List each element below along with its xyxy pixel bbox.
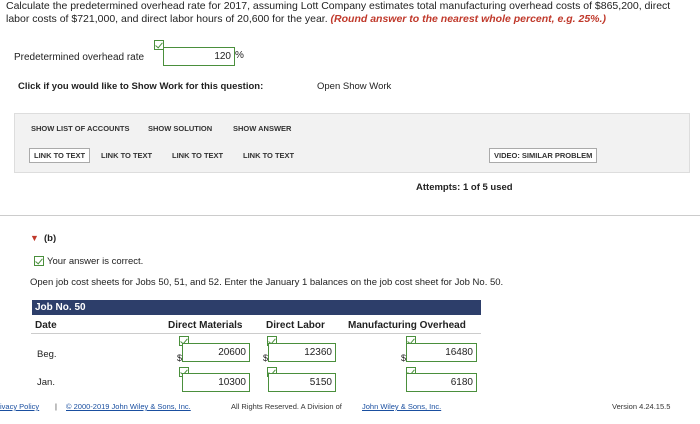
correct-answer-check-icon (34, 256, 44, 266)
row-date-beg: Beg. (37, 349, 57, 360)
copyright-link[interactable]: © 2000-2019 John Wiley & Sons, Inc. (66, 402, 191, 411)
link-to-text-button-1[interactable]: LINK TO TEXT (29, 148, 91, 163)
attempts-counter: Attempts: 1 of 5 used (416, 182, 513, 193)
link-to-text-button-3[interactable]: LINK TO TEXT (172, 151, 223, 160)
mo-jan-input[interactable]: 6180 (406, 373, 477, 392)
dl-beg-input[interactable]: 12360 (268, 343, 336, 362)
part-b-instructions: Open job cost sheets for Jobs 50, 51, an… (30, 277, 504, 288)
link-to-text-button-4[interactable]: LINK TO TEXT (243, 151, 294, 160)
col-header-direct-labor: Direct Labor (266, 320, 325, 334)
show-work-prompt: Click if you would like to Show Work for… (18, 81, 264, 92)
mo-beg-input[interactable]: 16480 (406, 343, 477, 362)
version-text: Version 4.24.15.5 (612, 402, 671, 411)
privacy-policy-link[interactable]: ivacy Policy (0, 402, 39, 411)
link-to-text-button-2[interactable]: LINK TO TEXT (101, 151, 152, 160)
dm-jan-input[interactable]: 10300 (182, 373, 250, 392)
dl-jan-input[interactable]: 5150 (268, 373, 336, 392)
open-show-work-link[interactable]: Open Show Work (317, 81, 391, 92)
rate-input[interactable]: 120 (163, 47, 235, 66)
help-toolbar (14, 113, 690, 173)
show-answer-button[interactable]: SHOW ANSWER (233, 124, 291, 133)
section-divider (0, 215, 700, 216)
show-list-of-accounts-button[interactable]: SHOW LIST OF ACCOUNTS (31, 124, 129, 133)
col-header-date: Date (35, 320, 57, 334)
job-table-title: Job No. 50 (32, 300, 481, 315)
part-b-label: (b) (44, 233, 57, 244)
footer-separator: | (55, 402, 57, 411)
question-text: Calculate the predetermined overhead rat… (6, 0, 696, 26)
show-solution-button[interactable]: SHOW SOLUTION (148, 124, 212, 133)
video-similar-problem-button[interactable]: VIDEO: SIMILAR PROBLEM (489, 148, 598, 163)
dm-beg-input[interactable]: 20600 (182, 343, 250, 362)
rate-unit: % (235, 50, 244, 61)
correct-message: Your answer is correct. (47, 256, 144, 267)
rounding-instruction: (Round answer to the nearest whole perce… (330, 13, 606, 25)
table-header-rule (31, 333, 481, 334)
rights-text: All Rights Reserved. A Division of (231, 402, 342, 411)
row-date-jan: Jan. (37, 377, 55, 388)
col-header-manufacturing-overhead: Manufacturing Overhead (348, 320, 466, 334)
rate-label: Predetermined overhead rate (14, 52, 145, 63)
col-header-direct-materials: Direct Materials (168, 320, 243, 334)
collapse-triangle-icon[interactable]: ▼ (30, 233, 39, 243)
company-link[interactable]: John Wiley & Sons, Inc. (362, 402, 441, 411)
